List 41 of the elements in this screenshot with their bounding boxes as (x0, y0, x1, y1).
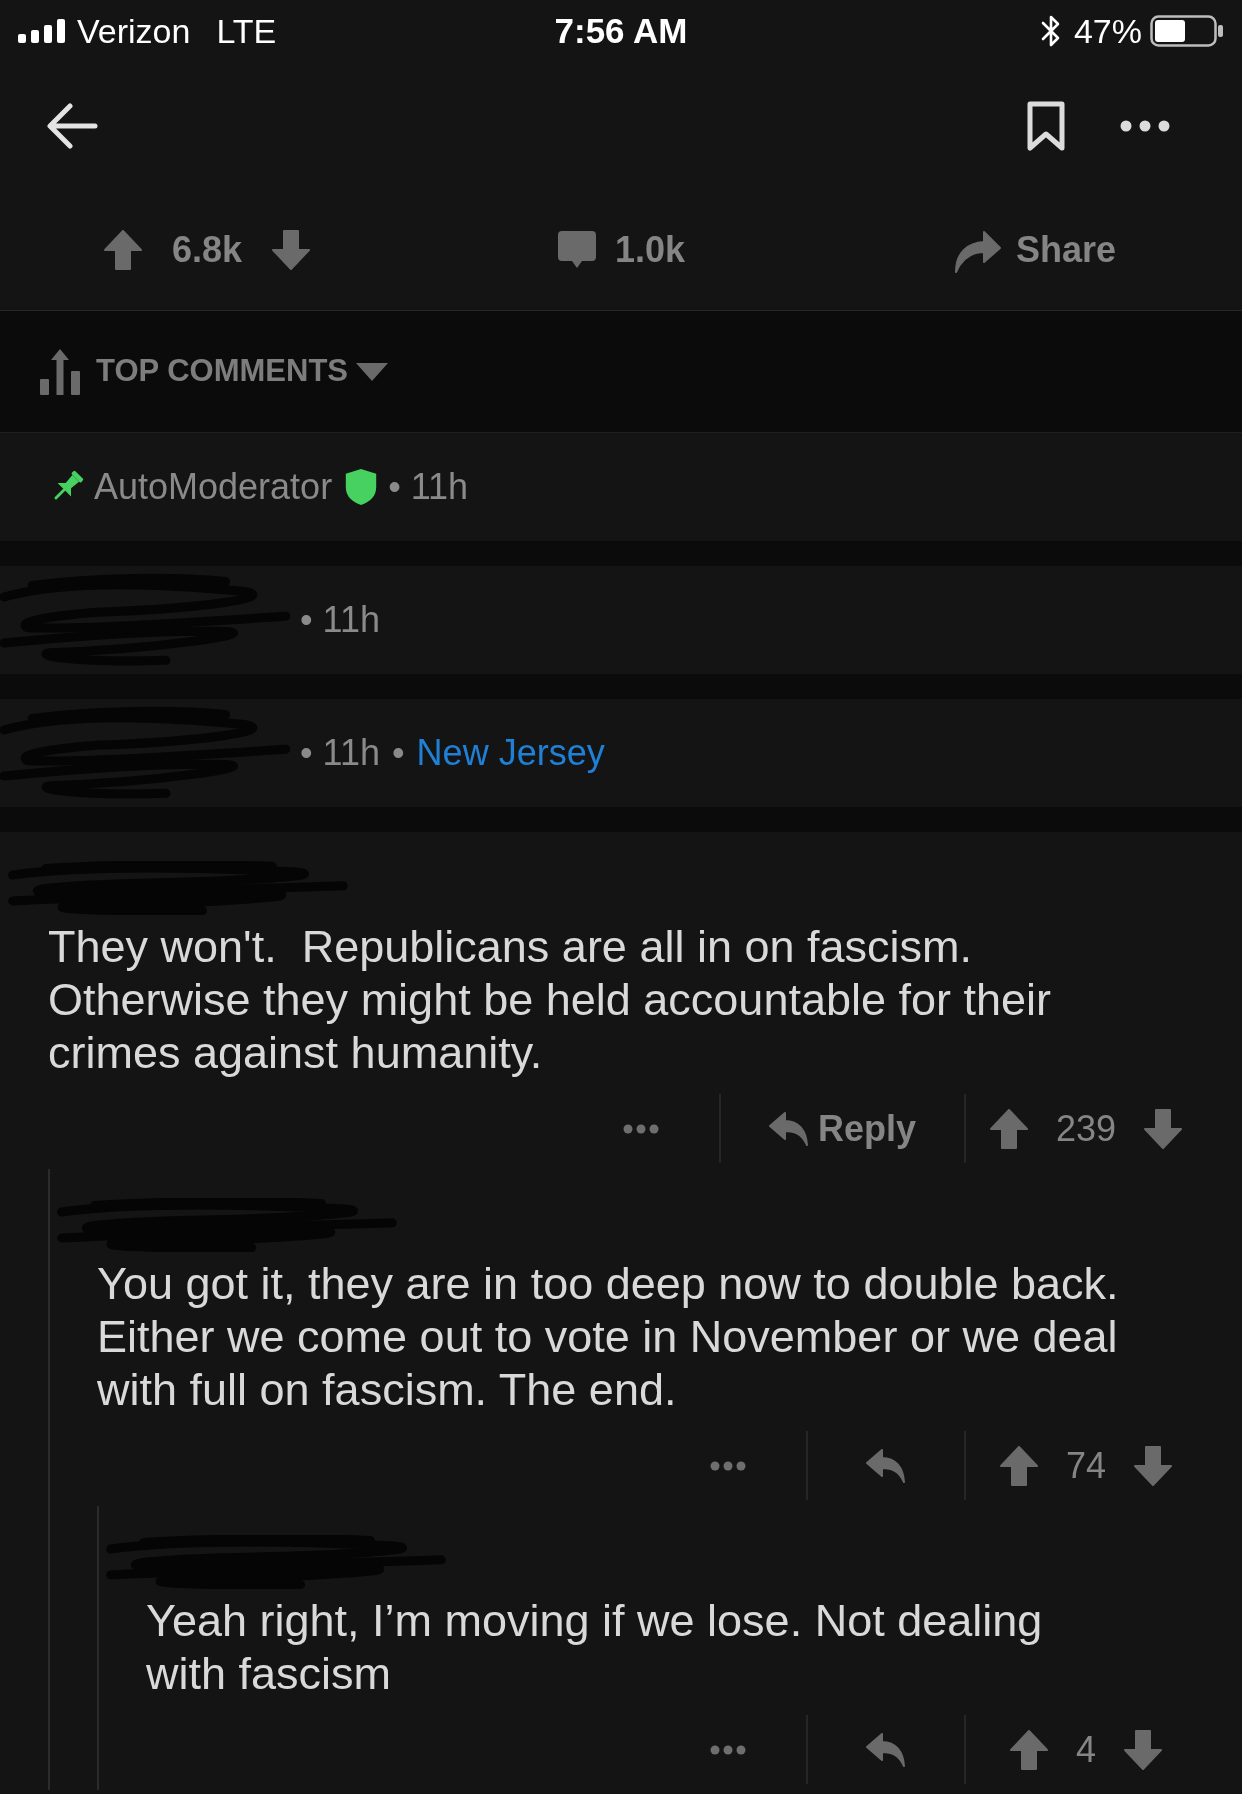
post-score: 6.8k (171, 228, 243, 272)
signal-icon (18, 19, 66, 43)
vote-score: 4 (1076, 1727, 1096, 1772)
downvote-icon[interactable] (1134, 1445, 1172, 1486)
bar-chart-icon (40, 348, 80, 395)
clock-time: 7:56 AM (554, 9, 688, 52)
reply-icon (768, 1110, 809, 1147)
reply-icon[interactable] (866, 1731, 906, 1768)
reply-button[interactable]: Reply (768, 1101, 916, 1156)
caret-icon (356, 362, 389, 381)
network-type: LTE (216, 10, 277, 52)
upvote-icon[interactable] (989, 1108, 1028, 1149)
comment-icon (556, 230, 597, 270)
comment-age: • 11h (300, 598, 380, 642)
downvote-icon[interactable] (1124, 1729, 1162, 1770)
bluetooth-icon (1039, 14, 1062, 48)
comment-text: They won't. Republicans are all in on fascism. Otherwise they might be held accountable for their crimes against humanity. (48, 920, 1053, 1079)
vote-score: 74 (1065, 1443, 1106, 1488)
username[interactable]: AutoModerator (94, 460, 333, 514)
vote-score: 239 (1055, 1106, 1117, 1151)
upvote-icon[interactable] (103, 230, 142, 270)
downvote-icon[interactable] (272, 230, 311, 270)
sort-dropdown[interactable]: TOP COMMENTS (40, 348, 389, 395)
comment-age: • 11h (388, 465, 469, 509)
more-options-icon[interactable] (1120, 120, 1170, 132)
carrier-name: Verizon (77, 10, 191, 52)
user-flair[interactable]: New Jersey (416, 726, 605, 780)
comments-button[interactable]: 1.0k (556, 223, 686, 277)
comment-text: You got it, they are in too deep now to double back. Either we come out to vote in November or we deal with full on fascism. The end. (97, 1257, 1120, 1416)
downvote-icon[interactable] (1144, 1108, 1183, 1149)
back-icon[interactable] (46, 103, 98, 149)
upvote-icon[interactable] (1010, 1729, 1048, 1770)
share-button[interactable]: Share (953, 223, 1117, 277)
separator-dot: • (392, 731, 405, 775)
comment-text: Yeah right, I’m moving if we lose. Not dealing with fascism (146, 1594, 1044, 1700)
reply-icon[interactable] (866, 1447, 906, 1484)
bookmark-icon[interactable] (1026, 101, 1066, 151)
battery-percentage: 47% (1073, 10, 1142, 52)
comment-age: • 11h (300, 731, 380, 775)
battery-icon (1150, 15, 1224, 47)
upvote-icon[interactable] (999, 1445, 1038, 1486)
